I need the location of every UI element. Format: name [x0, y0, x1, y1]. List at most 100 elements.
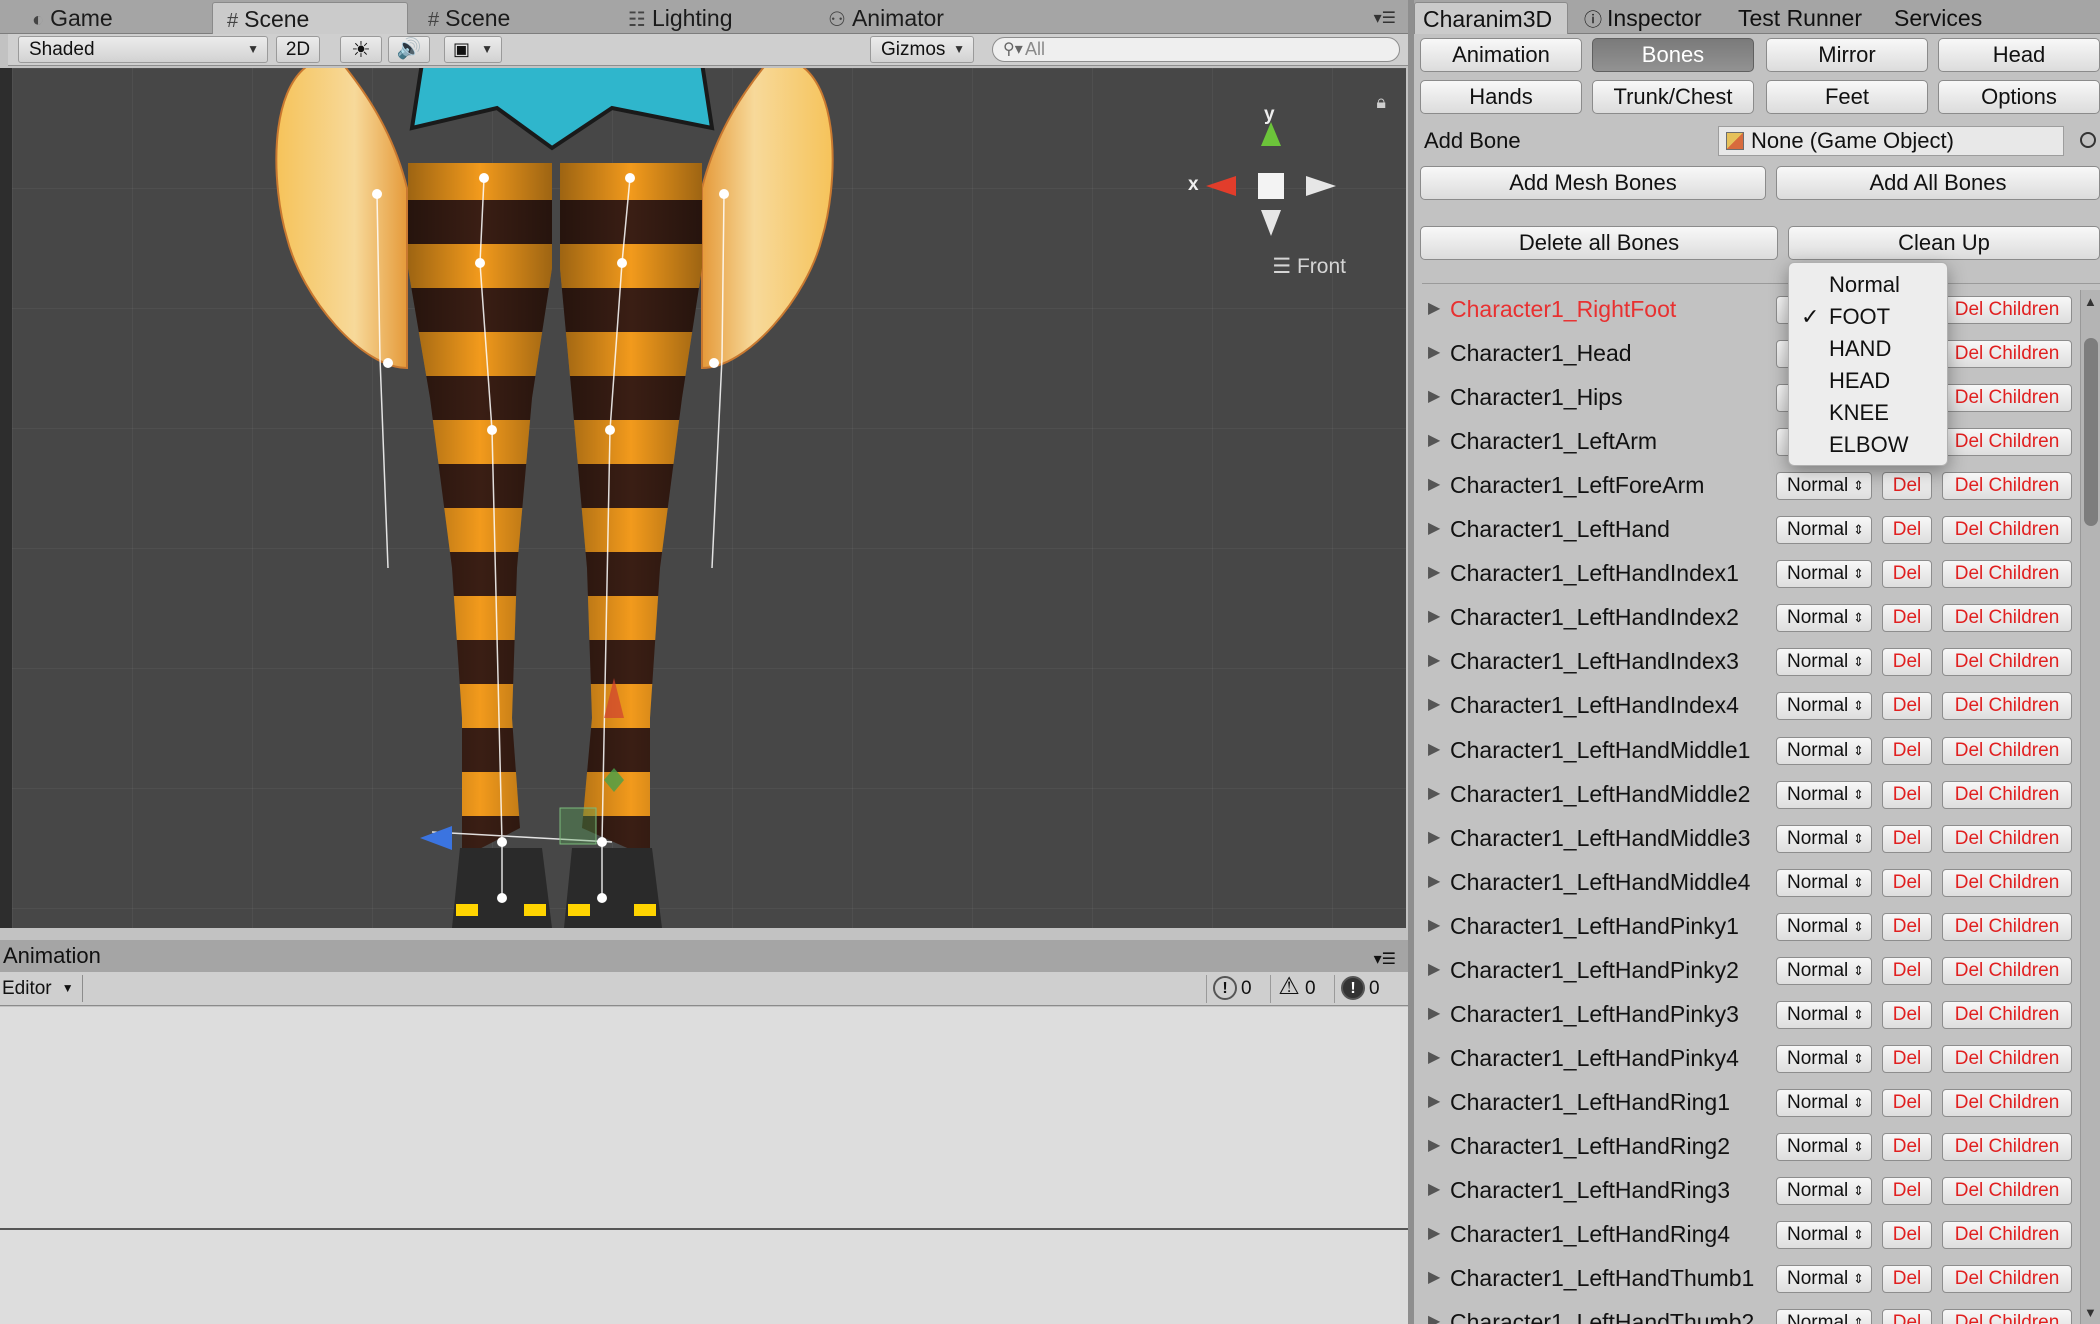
add-mesh-bones-button[interactable]: Add Mesh Bones [1420, 166, 1766, 200]
bone-name[interactable]: Character1_LeftForeArm [1450, 472, 1704, 499]
bone-type-dropdown[interactable]: Normal⇕ [1776, 1044, 1872, 1073]
delete-children-button[interactable]: Del Children [1942, 516, 2072, 545]
bone-type-dropdown[interactable]: Normal⇕ [1776, 780, 1872, 809]
bone-name[interactable]: Character1_LeftArm [1450, 428, 1657, 455]
warning-count[interactable]: ⚠ 0 [1270, 975, 1330, 1003]
editor-dropdown[interactable]: Editor ▼ [0, 975, 83, 1002]
expand-triangle-icon[interactable]: ▶ [1428, 1091, 1440, 1111]
bone-name[interactable]: Character1_LeftHandMiddle4 [1450, 869, 1750, 896]
delete-children-button[interactable]: Del Children [1942, 1088, 2072, 1117]
bone-type-dropdown[interactable]: Normal⇕ [1776, 648, 1872, 677]
bone-type-dropdown[interactable]: Normal⇕ [1776, 912, 1872, 941]
delete-bone-button[interactable]: Del [1882, 692, 1932, 721]
hands-mode-button[interactable]: Hands [1420, 80, 1582, 114]
tab-game[interactable]: ◐ Game [18, 2, 208, 34]
expand-triangle-icon[interactable]: ▶ [1428, 474, 1440, 494]
bone-type-dropdown[interactable]: Normal⇕ [1776, 736, 1872, 765]
bone-name[interactable]: Character1_LeftHandPinky3 [1450, 1001, 1739, 1028]
scrollbar-thumb[interactable] [2084, 338, 2098, 526]
info-count[interactable]: ! 0 [1206, 975, 1266, 1003]
expand-triangle-icon[interactable]: ▶ [1428, 871, 1440, 891]
orientation-gizmo[interactable]: y x [1186, 86, 1356, 316]
gizmos-dropdown[interactable]: Gizmos ▼ [870, 36, 974, 63]
delete-bone-button[interactable]: Del [1882, 560, 1932, 589]
tab-inspector[interactable]: ⓘ Inspector [1584, 2, 1702, 34]
add-all-bones-button[interactable]: Add All Bones [1776, 166, 2100, 200]
delete-children-button[interactable]: Del Children [1942, 1265, 2072, 1294]
delete-children-button[interactable]: Del Children [1942, 604, 2072, 633]
delete-bone-button[interactable]: Del [1882, 1265, 1932, 1294]
delete-bone-button[interactable]: Del [1882, 1088, 1932, 1117]
delete-bone-button[interactable]: Del [1882, 824, 1932, 853]
expand-triangle-icon[interactable]: ▶ [1428, 386, 1440, 406]
scroll-up-icon[interactable]: ▲ [2084, 294, 2097, 309]
delete-bone-button[interactable]: Del [1882, 604, 1932, 633]
trunk-chest-mode-button[interactable]: Trunk/Chest [1592, 80, 1754, 114]
bone-type-dropdown[interactable]: Normal⇕ [1776, 1177, 1872, 1205]
bone-type-dropdown[interactable]: Normal⇕ [1776, 1132, 1872, 1161]
bone-name[interactable]: Character1_LeftHandPinky2 [1450, 957, 1739, 984]
tab-scene[interactable]: # Scene [212, 2, 408, 34]
expand-triangle-icon[interactable]: ▶ [1428, 959, 1440, 979]
expand-triangle-icon[interactable]: ▶ [1428, 739, 1440, 759]
delete-bone-button[interactable]: Del [1882, 472, 1932, 501]
bone-type-dropdown[interactable]: Normal⇕ [1776, 560, 1872, 589]
bone-name[interactable]: Character1_LeftHandMiddle2 [1450, 781, 1750, 808]
delete-children-button[interactable]: Del Children [1942, 1044, 2072, 1073]
bone-type-dropdown[interactable]: Normal⇕ [1776, 1309, 1872, 1324]
dropdown-option-knee[interactable]: KNEE [1789, 397, 1947, 429]
delete-children-button[interactable]: Del Children [1942, 824, 2072, 853]
tab-services[interactable]: Services [1894, 2, 1982, 34]
scene-search-input[interactable]: ⚲▾ All [992, 37, 1400, 62]
bone-type-dropdown[interactable]: Normal⇕ [1776, 1088, 1872, 1117]
delete-children-button[interactable]: Del Children [1942, 560, 2072, 589]
effects-dropdown[interactable]: ▣ ▼ [444, 36, 502, 63]
expand-triangle-icon[interactable]: ▶ [1428, 606, 1440, 626]
delete-children-button[interactable]: Del Children [1942, 1000, 2072, 1029]
delete-children-button[interactable]: Del Children [1942, 384, 2072, 413]
mirror-mode-button[interactable]: Mirror [1766, 38, 1928, 72]
tab-lighting[interactable]: ☷ Lighting [614, 2, 804, 34]
bones-mode-button[interactable]: Bones [1592, 38, 1754, 72]
delete-bone-button[interactable]: Del [1882, 1000, 1932, 1029]
expand-triangle-icon[interactable]: ▶ [1428, 342, 1440, 362]
bone-type-dropdown[interactable]: Normal⇕ [1776, 1265, 1872, 1294]
scene-viewport[interactable]: y x 🔒︎ ☰ Front [12, 68, 1406, 928]
delete-children-button[interactable]: Del Children [1942, 1309, 2072, 1324]
expand-triangle-icon[interactable]: ▶ [1428, 1003, 1440, 1023]
delete-children-button[interactable]: Del Children [1942, 1177, 2072, 1205]
bone-name[interactable]: Character1_RightFoot [1450, 296, 1676, 323]
2d-toggle[interactable]: 2D [276, 36, 320, 63]
bone-name[interactable]: Character1_LeftHandMiddle3 [1450, 825, 1750, 852]
delete-bone-button[interactable]: Del [1882, 1221, 1932, 1250]
delete-children-button[interactable]: Del Children [1942, 648, 2072, 677]
bone-name[interactable]: Character1_LeftHandIndex3 [1450, 648, 1739, 675]
expand-triangle-icon[interactable]: ▶ [1428, 1267, 1440, 1287]
tab-animator[interactable]: ⚇ Animator [814, 2, 1004, 34]
scroll-down-icon[interactable]: ▼ [2084, 1305, 2097, 1320]
bone-name[interactable]: Character1_LeftHand [1450, 516, 1670, 543]
bone-name[interactable]: Character1_LeftHandIndex4 [1450, 692, 1739, 719]
bone-name[interactable]: Character1_LeftHandPinky4 [1450, 1045, 1739, 1072]
delete-bone-button[interactable]: Del [1882, 736, 1932, 765]
dropdown-option-normal[interactable]: Normal [1789, 269, 1947, 301]
tab-scene-2[interactable]: # Scene [414, 2, 604, 34]
delete-bone-button[interactable]: Del [1882, 956, 1932, 985]
expand-triangle-icon[interactable]: ▶ [1428, 430, 1440, 450]
delete-children-button[interactable]: Del Children [1942, 956, 2072, 985]
bone-name[interactable]: Character1_LeftHandRing3 [1450, 1177, 1730, 1204]
options-mode-button[interactable]: Options [1938, 80, 2100, 114]
expand-triangle-icon[interactable]: ▶ [1428, 1179, 1440, 1199]
delete-children-button[interactable]: Del Children [1942, 912, 2072, 941]
bone-name[interactable]: Character1_LeftHandRing4 [1450, 1221, 1730, 1248]
delete-children-button[interactable]: Del Children [1942, 340, 2072, 369]
expand-triangle-icon[interactable]: ▶ [1428, 915, 1440, 935]
error-count[interactable]: ! 0 [1334, 975, 1398, 1003]
expand-triangle-icon[interactable]: ▶ [1428, 562, 1440, 582]
delete-bone-button[interactable]: Del [1882, 648, 1932, 677]
expand-triangle-icon[interactable]: ▶ [1428, 694, 1440, 714]
delete-children-button[interactable]: Del Children [1942, 692, 2072, 721]
audio-toggle[interactable]: 🔊 [388, 36, 430, 63]
expand-triangle-icon[interactable]: ▶ [1428, 783, 1440, 803]
dropdown-option-head[interactable]: HEAD [1789, 365, 1947, 397]
